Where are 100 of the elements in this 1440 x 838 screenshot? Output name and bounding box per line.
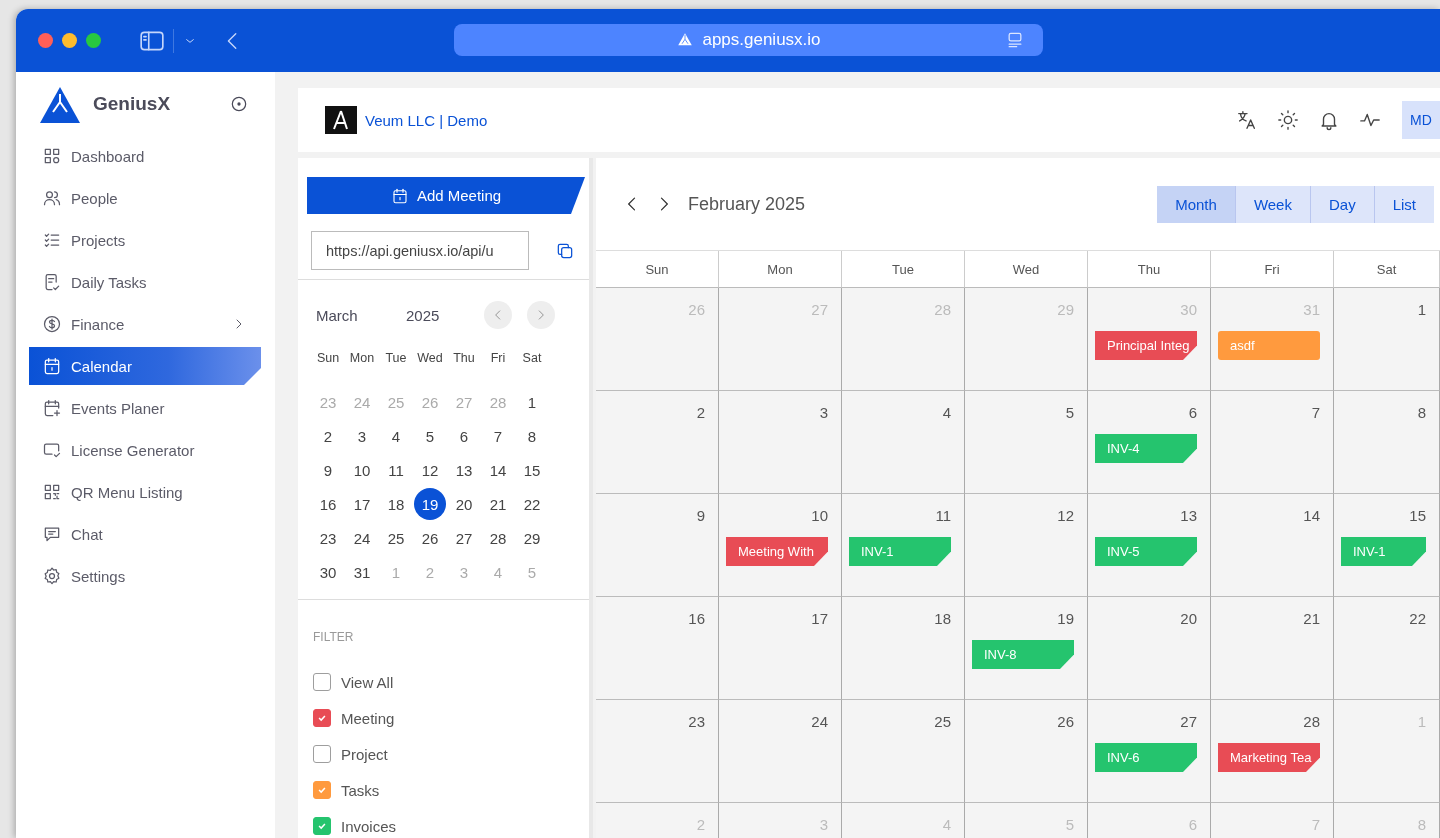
date-number[interactable]: 22	[1341, 610, 1426, 627]
date-cell[interactable]: 20	[447, 487, 481, 521]
window-control-icon[interactable]	[38, 33, 53, 48]
event-chip[interactable]: Principal Integ	[1095, 331, 1197, 360]
date-cell[interactable]: 13	[447, 453, 481, 487]
month-label[interactable]: March	[311, 306, 398, 324]
window-control-icon[interactable]	[86, 33, 101, 48]
view-tab[interactable]: Day	[1310, 185, 1375, 223]
date-cell[interactable]: 8	[515, 419, 549, 453]
date-number[interactable]: 27	[1095, 713, 1197, 730]
company-name[interactable]: Veum LLC | Demo	[365, 111, 488, 129]
user-avatar[interactable]: MD	[1402, 101, 1440, 139]
date-cell[interactable]: 5	[413, 419, 447, 453]
date-number[interactable]: 15	[1341, 507, 1426, 524]
date-number[interactable]: 9	[603, 507, 705, 524]
date-cell[interactable]: 2	[311, 419, 345, 453]
date-number[interactable]: 11	[849, 507, 951, 524]
date-number[interactable]: 18	[849, 610, 951, 627]
date-number[interactable]: 4	[849, 404, 951, 421]
date-number[interactable]: 13	[1095, 507, 1197, 524]
nav-item[interactable]: Finance	[29, 305, 261, 343]
year-label[interactable]: 2025	[398, 306, 484, 324]
nav-item[interactable]: Daily Tasks	[29, 263, 261, 301]
event-chip[interactable]: Marketing Tea	[1218, 743, 1320, 772]
nav-item[interactable]: Settings	[29, 557, 261, 595]
date-number[interactable]: 19	[972, 610, 1074, 627]
sun-icon[interactable]	[1277, 109, 1299, 131]
nav-item[interactable]: QR Menu Listing	[29, 473, 261, 511]
date-number[interactable]: 17	[726, 610, 828, 627]
weekday-label: Thu	[452, 351, 476, 365]
nav-item[interactable]: Dashboard	[29, 137, 261, 175]
date-cell[interactable]: 12	[413, 453, 447, 487]
translate-icon[interactable]	[1236, 109, 1258, 131]
address-bar[interactable]: apps.geniusx.io	[454, 24, 1043, 56]
column-header: Mon	[719, 251, 842, 288]
date-number[interactable]: 8	[1341, 404, 1426, 421]
date-number[interactable]: 21	[1218, 610, 1320, 627]
date-cell[interactable]: 14	[481, 453, 515, 487]
window-control-icon[interactable]	[62, 33, 77, 48]
date-cell[interactable]: 27	[447, 521, 481, 555]
date-cell[interactable]: 18	[379, 487, 413, 521]
date-cell[interactable]: 25	[379, 521, 413, 555]
date-number[interactable]: 12	[972, 507, 1074, 524]
date-cell[interactable]: 7	[481, 419, 515, 453]
date-cell[interactable]: 6	[447, 419, 481, 453]
date-cell[interactable]: 9	[311, 453, 345, 487]
date-cell[interactable]: 3	[345, 419, 379, 453]
date-cell[interactable]: 17	[345, 487, 379, 521]
date-cell[interactable]: 23	[311, 521, 345, 555]
checkbox[interactable]	[313, 817, 331, 835]
nav-item[interactable]: Calendar	[29, 347, 261, 385]
date-cell[interactable]: 26	[413, 521, 447, 555]
date-number[interactable]: 24	[726, 713, 828, 730]
weekday-label: Mon	[348, 351, 376, 365]
date-cell[interactable]: 16	[311, 487, 345, 521]
checkbox-label: Project	[341, 745, 388, 763]
add-meeting-button[interactable]: Add Meeting	[307, 177, 585, 214]
date-number[interactable]: 3	[726, 404, 828, 421]
date-cell[interactable]: 15	[515, 453, 549, 487]
date-number[interactable]: 14	[1218, 507, 1320, 524]
date-cell[interactable]: 10	[345, 453, 379, 487]
date-cell[interactable]: 19	[414, 488, 446, 520]
date-number[interactable]: 7	[1218, 404, 1320, 421]
nav-item[interactable]: People	[29, 179, 261, 217]
url-input-field[interactable]: https://api.geniusx.io/api/u	[311, 231, 529, 270]
checkbox[interactable]	[313, 781, 331, 799]
date-cell[interactable]: 28	[481, 521, 515, 555]
date-number[interactable]: 28	[1218, 713, 1320, 730]
date-number[interactable]: 23	[603, 713, 705, 730]
date-cell[interactable]: 22	[515, 487, 549, 521]
date-number[interactable]: 5	[972, 404, 1074, 421]
checkbox[interactable]	[313, 673, 331, 691]
date-cell[interactable]: 4	[379, 419, 413, 453]
date-number[interactable]: 6	[1095, 404, 1197, 421]
date-cell[interactable]: 31	[345, 555, 379, 589]
date-number[interactable]: 16	[603, 610, 705, 627]
date-number[interactable]: 25	[849, 713, 951, 730]
nav-label: Projects	[71, 231, 127, 249]
date-number[interactable]: 20	[1095, 610, 1197, 627]
date-number[interactable]: 10	[726, 507, 828, 524]
checkbox[interactable]	[313, 709, 331, 727]
nav-item[interactable]: Projects	[29, 221, 261, 259]
radio-circle-icon[interactable]	[229, 94, 249, 114]
date-cell[interactable]: 21	[481, 487, 515, 521]
view-tab[interactable]: Month	[1157, 185, 1236, 223]
date-cell[interactable]: 11	[379, 453, 413, 487]
date-cell[interactable]: 30	[311, 555, 345, 589]
date-cell[interactable]: 24	[345, 521, 379, 555]
date-number[interactable]: 26	[972, 713, 1074, 730]
date-cell[interactable]: 29	[515, 521, 549, 555]
nav-item[interactable]: Events Planer	[29, 389, 261, 427]
date-cell[interactable]: 1	[515, 385, 549, 419]
date-number[interactable]: 1	[1341, 301, 1426, 318]
date-number[interactable]: 2	[603, 404, 705, 421]
nav-item[interactable]: License Generator	[29, 431, 261, 469]
checkbox[interactable]	[313, 745, 331, 763]
event-chip[interactable]: Meeting With	[726, 537, 828, 566]
nav-item[interactable]: Chat	[29, 515, 261, 553]
view-tab[interactable]: List	[1374, 185, 1434, 223]
view-tab[interactable]: Week	[1235, 185, 1311, 223]
